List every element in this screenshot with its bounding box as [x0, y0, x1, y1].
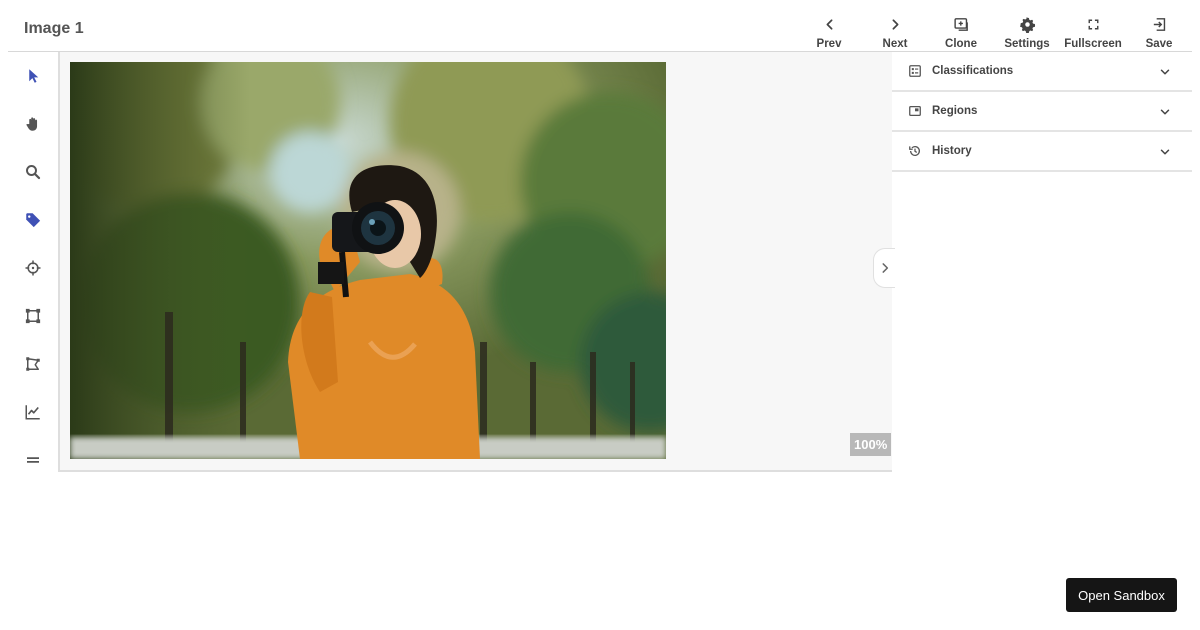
panel-item-regions[interactable]: Regions — [892, 92, 1192, 132]
page-title: Image 1 — [24, 20, 84, 37]
next-label: Next — [882, 38, 908, 50]
line-chart-icon — [25, 405, 40, 420]
fullscreen-icon — [1088, 19, 1098, 30]
fullscreen-label: Fullscreen — [1064, 38, 1122, 50]
zoom-tool[interactable] — [22, 161, 44, 183]
right-panel: Classifications Regions History — [892, 52, 1192, 172]
prev-label: Prev — [816, 38, 842, 50]
tag-tool[interactable] — [22, 209, 44, 231]
header-bar: Image 1 Prev Next Clone Settings Fullscr… — [8, 0, 1192, 52]
polygon-icon — [26, 357, 40, 371]
history-icon — [908, 144, 922, 158]
bounding-box-icon — [25, 308, 41, 324]
select-tool[interactable] — [22, 65, 44, 87]
line-tool[interactable] — [22, 401, 44, 423]
panel-label-classifications: Classifications — [932, 65, 1014, 77]
exit-icon — [1153, 18, 1165, 31]
left-toolbar — [8, 52, 58, 472]
image-canvas[interactable]: 100% — [58, 52, 895, 472]
crosshair-icon — [25, 260, 41, 276]
panel-item-history[interactable]: History — [892, 132, 1192, 172]
prev-button[interactable]: Prev — [796, 0, 862, 52]
chevron-right-icon — [892, 19, 898, 30]
point-tool[interactable] — [22, 257, 44, 279]
collapse-panel-button[interactable] — [873, 248, 895, 288]
fullscreen-button[interactable]: Fullscreen — [1060, 0, 1126, 52]
chevron-down-icon — [1160, 109, 1170, 115]
pointer-icon — [29, 69, 39, 83]
list-icon — [908, 64, 922, 78]
clone-label: Clone — [945, 38, 977, 50]
more-tool[interactable] — [22, 449, 44, 471]
clone-button[interactable]: Clone — [928, 0, 994, 52]
equals-icon — [27, 457, 39, 463]
clone-icon — [953, 18, 968, 31]
polygon-tool[interactable] — [22, 353, 44, 375]
region-icon — [908, 104, 922, 118]
panel-label-regions: Regions — [932, 105, 978, 117]
chevron-down-icon — [1160, 149, 1170, 155]
photo-image[interactable] — [70, 62, 666, 459]
zoom-level-badge: 100% — [850, 433, 892, 456]
top-toolbar: Prev Next Clone Settings Fullscreen Save — [796, 0, 1192, 52]
panel-item-classifications[interactable]: Classifications — [892, 52, 1192, 92]
save-label: Save — [1145, 38, 1173, 50]
save-button[interactable]: Save — [1126, 0, 1192, 52]
woman-with-camera-photo — [70, 62, 666, 459]
box-tool[interactable] — [22, 305, 44, 327]
panel-label-history: History — [932, 145, 972, 157]
chevron-right-icon — [881, 263, 888, 273]
search-icon — [26, 165, 41, 180]
open-sandbox-button[interactable]: Open Sandbox — [1066, 578, 1177, 612]
tag-icon — [26, 213, 41, 228]
pan-tool[interactable] — [22, 113, 44, 135]
chevron-down-icon — [1160, 69, 1170, 75]
hand-icon — [26, 117, 38, 131]
next-button[interactable]: Next — [862, 0, 928, 52]
chevron-left-icon — [826, 19, 832, 30]
gear-icon — [1019, 17, 1035, 33]
settings-button[interactable]: Settings — [994, 0, 1060, 52]
settings-label: Settings — [1004, 38, 1050, 50]
